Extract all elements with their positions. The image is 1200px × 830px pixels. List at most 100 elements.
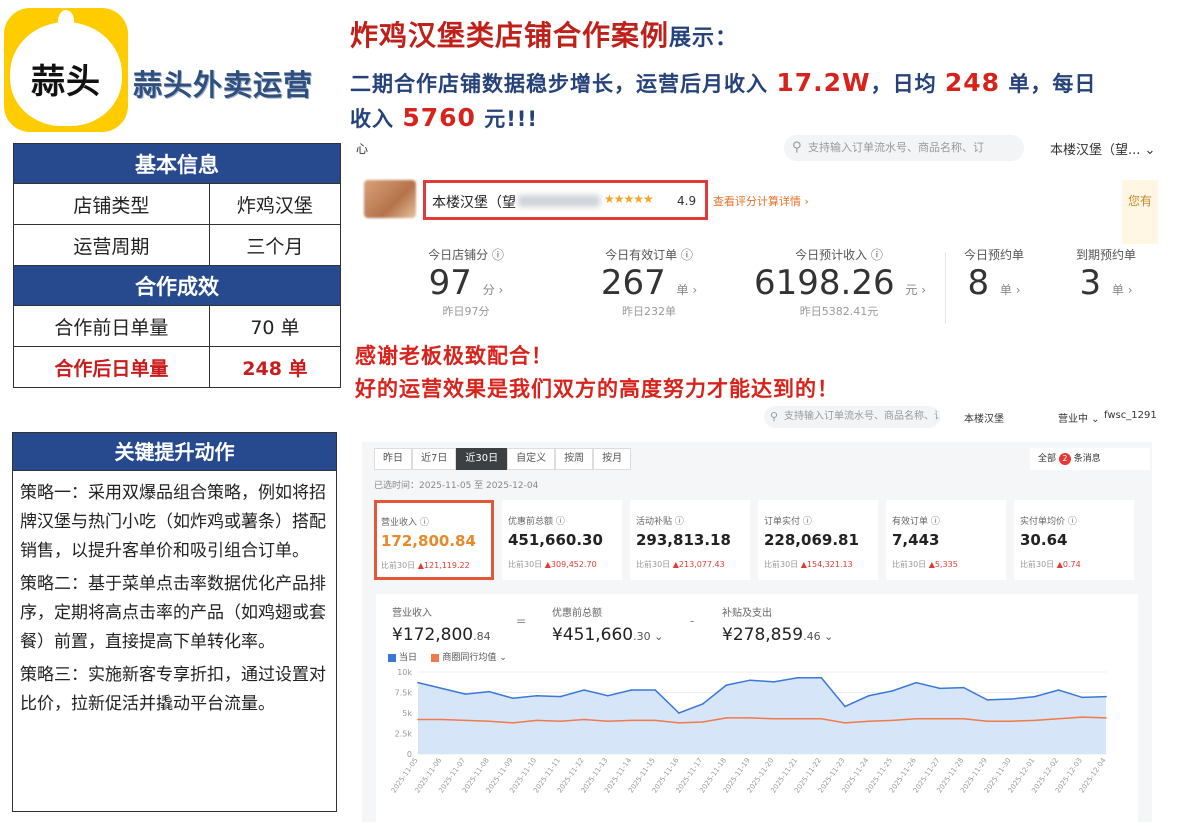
stat-label: 今日预约单 [963,248,1024,262]
data-point [701,721,704,723]
compare-value: 0.74 [1062,560,1081,569]
data-point [1105,695,1107,698]
stat-valid-orders[interactable]: 今日有效订单 ⓘ 267 单 › 昨日232单 [584,246,714,319]
metric-label: 实付单均价 ⓘ [1020,517,1077,527]
revenue-chart-card: 营业收入 ¥172,800.84 = 优惠前总额 ¥451,660.30 ⌄ -… [376,594,1138,822]
message-prefix: 全部 [1038,454,1057,464]
metric-paid-amount[interactable]: 订单实付 ⓘ 228,069.81 比前30日 ▲154,321.13 [758,500,878,580]
summary-amount: ¥278,859 [722,625,804,645]
summary-revenue: 营业收入 ¥172,800.84 [392,604,491,645]
headline-summary: 二期合作店铺数据稳步增长，运营后月收入 17.2W，日均 248 单，每日 收入… [350,66,1195,136]
data-point [488,690,490,693]
chart-legend: 当日 商圈同行均值 ⌄ [388,650,507,663]
metric-value: 293,813.18 [636,531,731,549]
tab-yesterday[interactable]: 昨日 [374,448,412,470]
summary-amount: ¥451,660 [552,625,634,645]
metric-gross-total[interactable]: 优惠前总额 ⓘ 451,660.30 比前30日 ▲309,452.70 [502,500,622,580]
stat-expected-income[interactable]: 今日预计收入 ⓘ 6198.26 元 › 昨日5382.41元 [754,246,926,319]
key-actions-list: 策略一：采用双爆品组合策略，例如将招牌汉堡与热门小吃（如炸鸡或薯条）搭配销售，以… [13,471,336,719]
data-point [939,717,941,720]
minus-operator: - [690,614,695,628]
shop-selector[interactable]: 本楼汉堡（望... ⌄ [1050,139,1155,158]
legend-label-today[interactable]: 当日 [399,653,417,663]
data-point [678,712,680,714]
summary-subsidy-expense[interactable]: 补贴及支出 ¥278,859.46 ⌄ [722,604,833,645]
order-search-input[interactable]: ⚲ 支持输入订单流水号、商品名称、订 [784,135,1024,161]
search-placeholder: 支持输入订单流水号、商品名称、订 [784,411,940,422]
tab-custom[interactable]: 自定义 [507,448,556,470]
data-point [606,694,609,697]
compare-prefix: 比前30日 [892,560,927,569]
summary-value: ¥278,859.46 ⌄ [722,625,833,645]
stat-number: 267 [600,263,666,303]
tab-by-month[interactable]: 按月 [593,448,632,470]
shop-thumbnail [364,180,416,218]
data-point [512,722,514,724]
metric-avg-order-price[interactable]: 实付单均价 ⓘ 30.64 比前30日 ▲0.74 [1014,500,1134,580]
summary-cents: .84 [473,630,491,643]
data-point [630,689,633,691]
data-point [796,717,799,720]
data-point [915,717,918,720]
brand-logo: 蒜头 [4,8,128,132]
stat-due-reservations[interactable]: 到期预约单 3 单 › [1066,246,1146,303]
dashboard-screenshot-today: 心 ⚲ 支持输入订单流水号、商品名称、订 本楼汉堡（望... ⌄ 本楼汉堡（望 … [352,130,1162,330]
legend-label-peer-avg[interactable]: 商圈同行均值 ⌄ [442,653,506,663]
metric-compare: 比前30日 ▲121,119.22 [381,560,491,571]
daily-orders-value: 248 [944,68,1001,97]
tab-by-week[interactable]: 按周 [555,448,594,470]
account-name[interactable]: fwsc_1291 [1104,410,1157,421]
notice-tab[interactable]: 您有 [1122,180,1158,244]
legend-swatch [431,653,440,662]
summary-label: 营业收入 [392,608,432,619]
row-value: 三个月 [208,224,342,266]
shop-selector[interactable]: 本楼汉堡 [964,410,1004,425]
stat-number: 97 [428,263,472,303]
data-point [1057,689,1060,691]
order-search-input[interactable]: ⚲ 支持输入订单流水号、商品名称、订 [764,406,940,428]
summary-gross[interactable]: 优惠前总额 ¥451,660.30 ⌄ [552,604,663,645]
stat-label: 今日店铺分 ⓘ [428,248,504,262]
row-label: 合作后日单量 [13,346,210,388]
metric-subsidy[interactable]: 活动补贴 ⓘ 293,813.18 比前30日 ▲213,077.43 [630,500,750,580]
strategy-item: 策略三：实施新客专享折扣，通过设置对比价，拉新促活并撬动平台流量。 [20,665,326,714]
data-point [986,720,989,722]
row-label: 运营周期 [13,224,210,266]
table-row: 运营周期 三个月 [13,224,342,266]
blurred-shop-name [518,195,600,207]
compare-prefix: 比前30日 [636,560,671,569]
data-point [654,689,657,691]
row-value: 248 单 [208,346,342,388]
message-notice[interactable]: 全部 2 条消息 [1030,448,1150,470]
tab-7days[interactable]: 近7日 [412,448,457,470]
data-point [583,718,585,721]
key-actions-box: 关键提升动作 策略一：采用双爆品组合策略，例如将招牌汉堡与热门小吃（如炸鸡或薯条… [12,432,337,812]
stat-today-reservations[interactable]: 今日预约单 8 单 › [954,246,1034,303]
data-point [488,720,490,722]
business-status-dropdown[interactable]: 营业中 ⌄ [1058,410,1100,425]
tab-30days[interactable]: 近30日 [456,448,508,470]
metric-valid-orders[interactable]: 有效订单 ⓘ 7,443 比前30日 ▲5,335 [886,500,1006,580]
stat-value: 8 单 › [954,263,1034,303]
metric-label: 活动补贴 ⓘ [636,517,684,527]
summary-text: 收入 [350,107,394,131]
stat-yesterday: 昨日97分 [442,305,490,318]
monthly-income-value: 17.2W [776,68,871,97]
dashboard-topbar: ⚲ 支持输入订单流水号、商品名称、订 本楼汉堡 营业中 ⌄ fwsc_1291 [352,402,1162,432]
heart-label: 心 [356,142,369,156]
data-point [891,719,894,722]
metric-label: 营业收入 ⓘ [381,518,429,528]
stat-shop-score[interactable]: 今日店铺分 ⓘ 97 分 › 昨日97分 [406,246,526,319]
summary-text: 元!!! [484,107,538,131]
metric-revenue[interactable]: 营业收入 ⓘ 172,800.84 比前30日 ▲121,119.22 [374,500,494,580]
data-point [773,681,775,683]
data-point [630,719,633,722]
headline-title: 炸鸡汉堡类店铺合作案例展示： [350,14,1195,54]
data-point [1057,717,1060,720]
stat-label: 今日预计收入 ⓘ [795,248,883,262]
data-point [417,718,419,721]
rating-details-link[interactable]: 查看评分计算详情 › [713,193,809,209]
section-basic-info: 基本信息 [13,143,341,184]
data-point [820,676,823,679]
selected-date-range: 已选时间：2025-11-05 至 2025-12-04 [374,481,539,491]
